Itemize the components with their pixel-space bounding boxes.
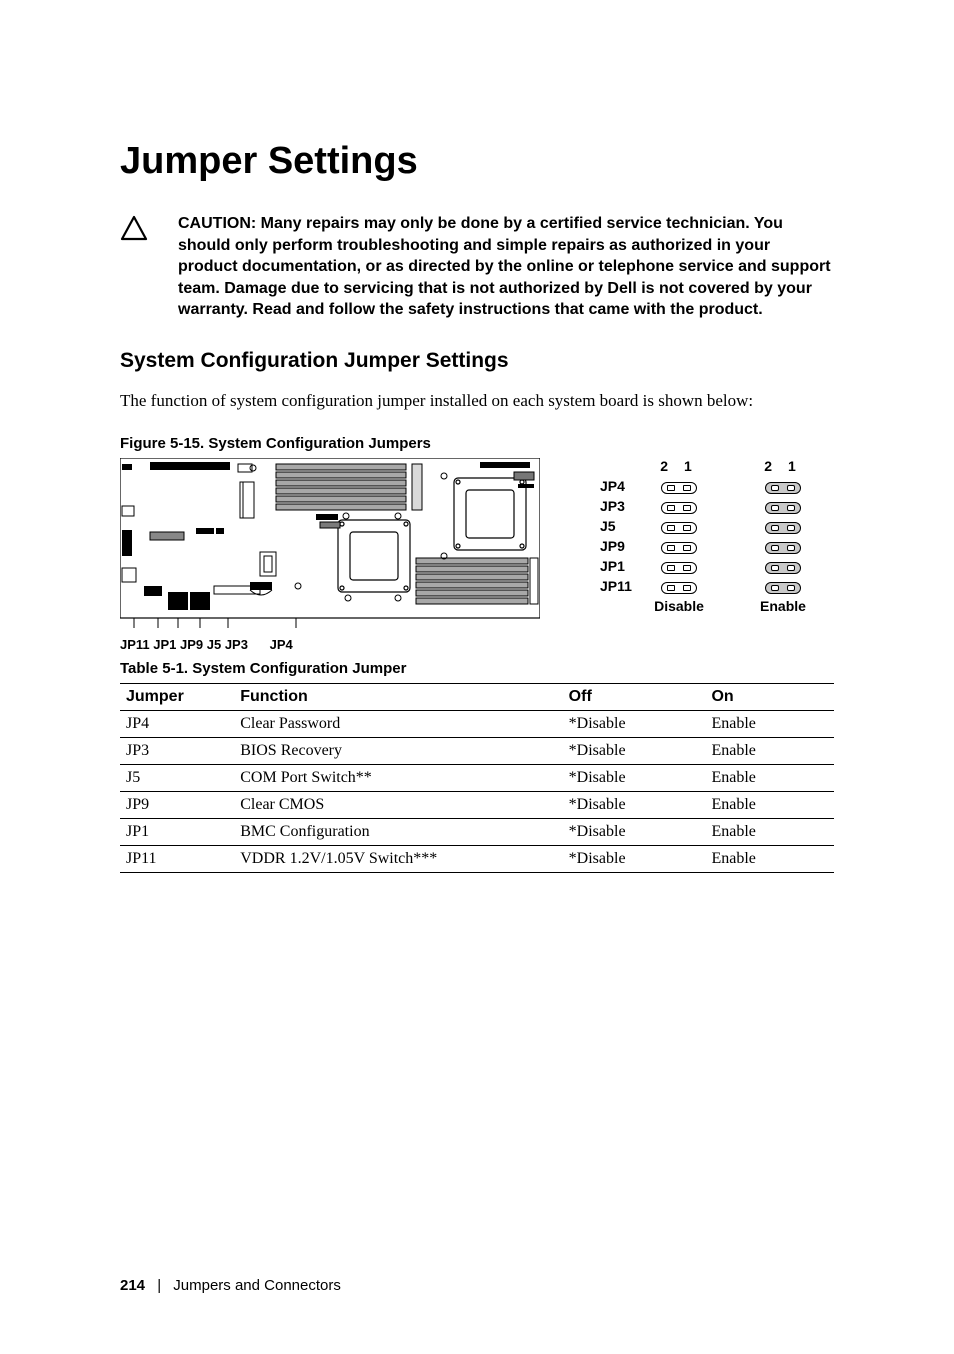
legend-row: JP11	[600, 578, 818, 594]
jumper-enable-icon	[765, 542, 801, 554]
legend-row: JP1	[600, 558, 818, 574]
th-function: Function	[234, 683, 562, 710]
jumper-enable-icon	[765, 482, 801, 494]
board-labels-left: JP11 JP1 JP9 J5 JP3	[120, 637, 248, 652]
jumper-enable-icon	[765, 562, 801, 574]
figure-row: JP11 JP1 JP9 J5 JP3 JP4 2 1 2 1 JP4 JP3 …	[120, 458, 834, 652]
th-on: On	[705, 683, 834, 710]
legend-row-name: JP4	[600, 478, 644, 494]
table-row: J5 COM Port Switch** *Disable Enable	[120, 764, 834, 791]
legend-row-name: JP3	[600, 498, 644, 514]
table-row: JP9 Clear CMOS *Disable Enable	[120, 791, 834, 818]
legend-pin-header-enable: 2 1	[748, 458, 818, 474]
jumper-disable-icon	[661, 542, 697, 554]
legend-disable-label: Disable	[644, 598, 714, 614]
caution-triangle-icon	[120, 215, 148, 246]
legend-row-name: JP11	[600, 578, 644, 594]
board-labels-right: JP4	[270, 637, 293, 652]
jumper-disable-icon	[661, 502, 697, 514]
legend-pin-header-disable: 2 1	[644, 458, 714, 474]
figure-caption: Figure 5-15. System Configuration Jumper…	[120, 435, 834, 452]
jumper-disable-icon	[661, 482, 697, 494]
footer-separator: |	[157, 1277, 161, 1294]
board-jumper-labels: JP11 JP1 JP9 J5 JP3 JP4	[120, 637, 540, 652]
jumper-enable-icon	[765, 522, 801, 534]
caution-block: CAUTION: Many repairs may only be done b…	[120, 213, 834, 321]
table-row: JP11 VDDR 1.2V/1.05V Switch*** *Disable …	[120, 845, 834, 872]
legend-row: J5	[600, 518, 818, 534]
body-paragraph: The function of system configuration jum…	[120, 389, 834, 413]
legend-row: JP4	[600, 478, 818, 494]
section-heading: System Configuration Jumper Settings	[120, 349, 834, 373]
table-row: JP4 Clear Password *Disable Enable	[120, 710, 834, 737]
legend-row: JP3	[600, 498, 818, 514]
table-row: JP1 BMC Configuration *Disable Enable	[120, 818, 834, 845]
legend-row-name: JP1	[600, 558, 644, 574]
page-footer: 214 | Jumpers and Connectors	[120, 1277, 341, 1294]
jumper-disable-icon	[661, 582, 697, 594]
config-table: Jumper Function Off On JP4 Clear Passwor…	[120, 683, 834, 873]
legend-row-name: JP9	[600, 538, 644, 554]
footer-section: Jumpers and Connectors	[173, 1277, 341, 1294]
table-caption: Table 5-1. System Configuration Jumper	[120, 660, 834, 677]
jumper-disable-icon	[661, 562, 697, 574]
legend-row: JP9	[600, 538, 818, 554]
motherboard-diagram: JP11 JP1 JP9 J5 JP3 JP4	[120, 458, 540, 652]
legend-row-name: J5	[600, 518, 644, 534]
caution-text: CAUTION: Many repairs may only be done b…	[178, 213, 834, 321]
jumper-enable-icon	[765, 582, 801, 594]
legend-enable-label: Enable	[748, 598, 818, 614]
page-title: Jumper Settings	[120, 140, 834, 183]
th-jumper: Jumper	[120, 683, 234, 710]
th-off: Off	[563, 683, 706, 710]
jumper-enable-icon	[765, 502, 801, 514]
table-row: JP3 BIOS Recovery *Disable Enable	[120, 737, 834, 764]
jumper-disable-icon	[661, 522, 697, 534]
jumper-legend: 2 1 2 1 JP4 JP3 J5 JP9	[600, 458, 818, 614]
page-number: 214	[120, 1277, 145, 1294]
